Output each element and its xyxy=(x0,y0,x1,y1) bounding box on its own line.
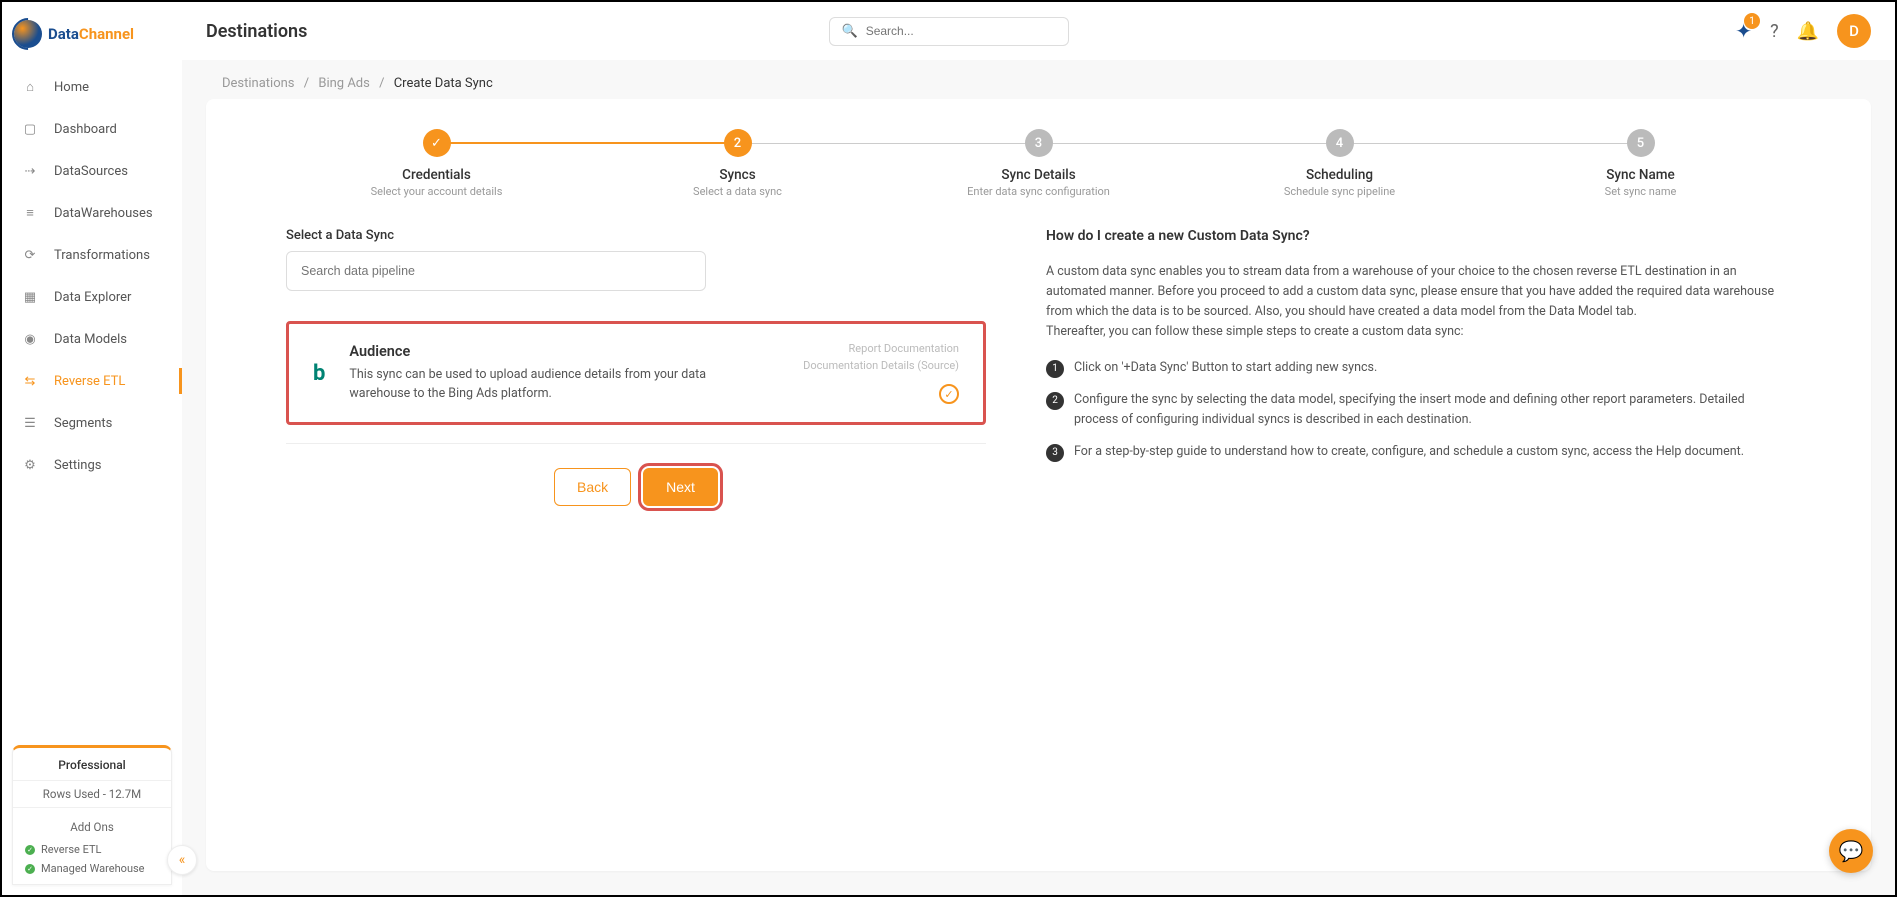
help-step: 1Click on '+Data Sync' Button to start a… xyxy=(1046,358,1791,378)
datasources-icon: ⇢ xyxy=(20,161,40,181)
step-subtitle: Select a data sync xyxy=(587,185,888,198)
logo[interactable]: DataChannel xyxy=(2,2,182,58)
logo-icon xyxy=(14,20,42,48)
sidebar-item-label: Data Models xyxy=(54,332,127,347)
help-step: 2Configure the sync by selecting the dat… xyxy=(1046,390,1791,430)
check-icon: ✓ xyxy=(25,864,35,874)
help-icon[interactable]: ? xyxy=(1770,21,1779,42)
sidebar-item-label: DataSources xyxy=(54,164,128,179)
global-search[interactable]: 🔍 xyxy=(829,17,1069,46)
explorer-icon: ▦ xyxy=(20,287,40,307)
sidebar-collapse-button[interactable]: « xyxy=(167,845,197,875)
stepper: ✓ Credentials Select your account detail… xyxy=(286,129,1791,198)
step-credentials[interactable]: ✓ Credentials Select your account detail… xyxy=(286,129,587,198)
check-icon: ✓ xyxy=(25,845,35,855)
sidebar-item-segments[interactable]: ☰ Segments xyxy=(2,402,182,444)
sidebar-item-datasources[interactable]: ⇢ DataSources xyxy=(2,150,182,192)
breadcrumb-current: Create Data Sync xyxy=(394,76,493,91)
doc-details-link[interactable]: Documentation Details (Source) xyxy=(803,359,959,372)
bing-icon special: b xyxy=(313,361,325,386)
sidebar-item-datawarehouses[interactable]: ≡ DataWarehouses xyxy=(2,192,182,234)
sparkle-icon[interactable]: ✦1 xyxy=(1735,19,1752,43)
avatar[interactable]: D xyxy=(1837,14,1871,48)
plan-rows-used: Rows Used - 12.7M xyxy=(13,780,171,807)
sidebar-item-home[interactable]: ⌂ Home xyxy=(2,66,182,108)
warehouse-icon: ≡ xyxy=(20,203,40,223)
step-subtitle: Schedule sync pipeline xyxy=(1189,185,1490,198)
bell-icon[interactable]: 🔔 xyxy=(1797,21,1819,42)
step-sync-details[interactable]: 3 Sync Details Enter data sync configura… xyxy=(888,129,1189,198)
plan-addon: ✓Managed Warehouse xyxy=(13,859,171,878)
report-doc-link[interactable]: Report Documentation xyxy=(849,342,959,355)
step-scheduling[interactable]: 4 Scheduling Schedule sync pipeline xyxy=(1189,129,1490,198)
next-button[interactable]: Next xyxy=(643,468,718,506)
step-number: 4 xyxy=(1326,129,1354,157)
sidebar-item-label: Settings xyxy=(54,458,101,473)
selected-check-icon: ✓ xyxy=(939,384,959,404)
sidebar-item-datamodels[interactable]: ◉ Data Models xyxy=(2,318,182,360)
divider xyxy=(286,443,986,444)
sidebar-item-dataexplorer[interactable]: ▦ Data Explorer xyxy=(2,276,182,318)
sync-description: This sync can be used to upload audience… xyxy=(349,366,709,404)
dashboard-icon: ▢ xyxy=(20,119,40,139)
step-number: ✓ xyxy=(423,129,451,157)
sidebar-item-label: Segments xyxy=(54,416,112,431)
step-number: 2 xyxy=(724,129,752,157)
plan-name: Professional xyxy=(13,748,171,780)
sync-card-audience[interactable]: b Audience This sync can be used to uplo… xyxy=(286,321,986,425)
step-title: Credentials xyxy=(286,167,587,183)
step-subtitle: Set sync name xyxy=(1490,185,1791,198)
step-number: 3 xyxy=(1025,129,1053,157)
plan-card: Professional Rows Used - 12.7M Add Ons ✓… xyxy=(12,745,172,885)
logo-text: DataChannel xyxy=(48,25,134,43)
sidebar-item-label: Dashboard xyxy=(54,122,117,137)
page-title: Destinations xyxy=(206,21,307,42)
home-icon: ⌂ xyxy=(20,77,40,97)
step-syncs[interactable]: 2 Syncs Select a data sync xyxy=(587,129,888,198)
search-icon: 🔍 xyxy=(842,24,858,39)
step-sync-name[interactable]: 5 Sync Name Set sync name xyxy=(1490,129,1791,198)
back-button[interactable]: Back xyxy=(554,468,631,506)
sidebar-item-label: DataWarehouses xyxy=(54,206,153,221)
help-heading: How do I create a new Custom Data Sync? xyxy=(1046,228,1791,244)
sidebar-item-reverse-etl[interactable]: ⇆ Reverse ETL xyxy=(2,360,182,402)
help-paragraph: A custom data sync enables you to stream… xyxy=(1046,262,1791,342)
section-label: Select a Data Sync xyxy=(286,228,986,243)
sidebar-item-settings[interactable]: ⚙ Settings xyxy=(2,444,182,486)
sidebar-item-label: Data Explorer xyxy=(54,290,131,305)
models-icon: ◉ xyxy=(20,329,40,349)
gear-icon: ⚙ xyxy=(20,455,40,475)
plan-addon: ✓Reverse ETL xyxy=(13,840,171,859)
transformations-icon: ⟳ xyxy=(20,245,40,265)
breadcrumb-link[interactable]: Bing Ads xyxy=(318,76,370,91)
step-subtitle: Enter data sync configuration xyxy=(888,185,1189,198)
step-number-icon: 1 xyxy=(1046,360,1064,378)
step-title: Sync Details xyxy=(888,167,1189,183)
sync-title: Audience xyxy=(349,343,779,360)
step-subtitle: Select your account details xyxy=(286,185,587,198)
step-title: Syncs xyxy=(587,167,888,183)
search-pipeline-input[interactable] xyxy=(286,251,706,291)
sidebar-item-label: Transformations xyxy=(54,248,150,263)
step-title: Scheduling xyxy=(1189,167,1490,183)
step-number-icon: 2 xyxy=(1046,392,1064,410)
step-number-icon: 3 xyxy=(1046,444,1064,462)
sidebar-item-label: Reverse ETL xyxy=(54,374,125,389)
sidebar-item-label: Home xyxy=(54,80,89,95)
search-input[interactable] xyxy=(866,24,1056,38)
step-title: Sync Name xyxy=(1490,167,1791,183)
breadcrumb-link[interactable]: Destinations xyxy=(222,76,295,91)
chat-fab[interactable]: 💬 xyxy=(1829,829,1873,873)
sidebar-item-transformations[interactable]: ⟳ Transformations xyxy=(2,234,182,276)
help-step: 3For a step-by-step guide to understand … xyxy=(1046,442,1791,462)
notif-badge: 1 xyxy=(1744,13,1760,29)
plan-addons-heading: Add Ons xyxy=(13,814,171,840)
reverse-etl-icon: ⇆ xyxy=(20,371,40,391)
breadcrumb: Destinations / Bing Ads / Create Data Sy… xyxy=(182,60,1895,99)
step-number: 5 xyxy=(1627,129,1655,157)
chat-icon: 💬 xyxy=(1839,839,1864,863)
sidebar-item-dashboard[interactable]: ▢ Dashboard xyxy=(2,108,182,150)
segments-icon: ☰ xyxy=(20,413,40,433)
